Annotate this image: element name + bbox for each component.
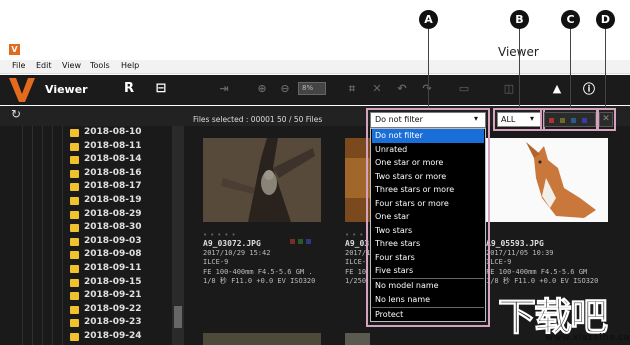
folder-label: 2018-08-19 [84, 195, 142, 205]
folder-tree-item[interactable]: 2018-08-30 [0, 221, 172, 235]
menu-file[interactable]: File [12, 61, 25, 70]
callout-a-line [428, 28, 429, 108]
folder-label: 2018-09-21 [84, 290, 142, 301]
zoom-level-field[interactable]: 8% [298, 82, 326, 95]
folder-icon [70, 156, 79, 165]
folder-tree-item[interactable]: 2018-08-29 [0, 208, 172, 222]
callout-c-line [570, 28, 571, 108]
callout-b-line [519, 28, 520, 108]
folder-tree-item[interactable]: 2018-09-24 [0, 330, 172, 344]
folder-tree-item[interactable]: 2018-08-17 [0, 180, 172, 194]
folder-tree-item[interactable]: 2018-09-03 [0, 235, 172, 249]
viewer-logo-icon [8, 77, 36, 103]
callout-c: C [561, 10, 580, 29]
folder-label: 2018-08-17 [84, 181, 142, 192]
folder-icon [70, 183, 79, 192]
folder-label: 2018-08-10 [84, 127, 142, 137]
folder-icon [70, 224, 79, 233]
fullscreen-icon[interactable]: ✕ [368, 80, 386, 98]
folder-tree-item[interactable]: 2018-08-10 [0, 126, 172, 140]
toolbar-title: Viewer [45, 83, 88, 96]
folder-label: 2018-08-11 [84, 140, 142, 151]
folder-icon [70, 169, 79, 178]
thumbnail-5[interactable] [345, 333, 370, 345]
callout-d-highlight [596, 108, 616, 131]
folder-tree-item[interactable]: 2018-08-11 [0, 140, 172, 154]
folder-icon [70, 333, 79, 341]
folder-label: 2018-09-23 [84, 317, 142, 328]
histogram-icon[interactable]: ▲ [548, 80, 566, 98]
folder-tree-item[interactable]: 2018-09-21 [0, 289, 172, 303]
thumbnail-3[interactable] [486, 138, 608, 222]
zoom-in-icon[interactable]: ⊕ [253, 80, 271, 98]
raw-icon[interactable]: R [120, 80, 138, 98]
export-icon[interactable]: ⊟ [152, 80, 170, 98]
folder-icon [70, 265, 79, 273]
menu-help[interactable]: Help [121, 61, 139, 70]
folder-label: 2018-08-30 [84, 222, 142, 233]
thumbnail-1-image [203, 138, 321, 222]
refresh-icon[interactable]: ↻ [11, 107, 21, 121]
folder-label: 2018-08-14 [84, 154, 142, 165]
folder-icon [70, 142, 79, 151]
callout-d-line [605, 28, 606, 108]
menu-view[interactable]: View [62, 61, 81, 70]
folder-label: 2018-09-11 [84, 263, 142, 273]
send-icon[interactable]: ⇥ [215, 80, 233, 98]
folder-icon [70, 292, 79, 301]
info-icon[interactable]: ⓘ [580, 80, 598, 98]
rotate-left-icon[interactable]: ↶ [393, 80, 411, 98]
folder-label: 2018-08-29 [84, 208, 142, 219]
folder-icon [70, 210, 79, 219]
folder-icon [70, 237, 79, 246]
folder-tree-item[interactable]: 2018-09-08 [0, 248, 172, 262]
app-logo-icon: V [9, 44, 20, 55]
menu-edit[interactable]: Edit [36, 61, 52, 70]
folder-icon [70, 305, 79, 314]
fit-icon[interactable]: ⌗ [343, 80, 361, 98]
callout-a-highlight [366, 108, 490, 327]
thumbnail-1-rating[interactable]: ••••• [203, 231, 239, 239]
callout-d: D [596, 10, 615, 29]
menu-tools[interactable]: Tools [90, 61, 110, 70]
folder-icon [70, 197, 79, 205]
thumbnail-3-image [486, 138, 608, 222]
folder-icon [70, 129, 79, 137]
folder-tree-item[interactable]: 2018-09-11 [0, 262, 172, 276]
folder-label: 2018-09-22 [84, 303, 142, 314]
folder-label: 2018-09-15 [84, 276, 142, 287]
folder-tree-item[interactable]: 2018-08-14 [0, 153, 172, 167]
compare-icon[interactable]: ◫ [500, 80, 518, 98]
folder-label: 2018-09-24 [84, 331, 142, 341]
thumbnail-2-rating[interactable]: ••• [345, 231, 366, 239]
folder-icon [70, 278, 79, 287]
folder-label: 2018-09-03 [84, 235, 142, 246]
watermark-url: www.xiazaiba.com [545, 333, 630, 343]
folder-tree-item[interactable]: 2018-08-19 [0, 194, 172, 208]
thumbnail-1[interactable] [203, 138, 321, 222]
folder-tree-item[interactable]: 2018-09-15 [0, 276, 172, 290]
folder-label: 2018-09-08 [84, 249, 142, 260]
folder-icon [70, 319, 79, 328]
folder-tree-item[interactable]: 2018-09-23 [0, 316, 172, 330]
thumbnail-4[interactable] [203, 333, 321, 345]
thumbnail-1-color-labels[interactable] [290, 229, 320, 244]
thumbnail-3-meta: A9_05593.JPG 2017/11/05 10:39 ILCE-9 FE … [486, 239, 599, 285]
files-selected-status: Files selected : 00001 50 / 50 Files [193, 115, 323, 124]
sidebar-scroll-thumb[interactable] [174, 306, 182, 328]
zoom-out-icon[interactable]: ⊖ [276, 80, 294, 98]
folder-tree-item[interactable]: 2018-09-22 [0, 303, 172, 317]
folder-label: 2018-08-16 [84, 167, 142, 178]
rotate-right-icon[interactable]: ↷ [418, 80, 436, 98]
callout-a: A [419, 10, 438, 29]
callout-c-highlight [540, 108, 599, 131]
layout-icon[interactable]: ▭ [455, 80, 473, 98]
folder-tree-item[interactable]: 2018-08-16 [0, 167, 172, 181]
folder-icon [70, 251, 79, 260]
callout-b: B [510, 10, 529, 29]
thumbnail-1-meta: A9_03072.JPG 2017/10/29 15:42 ILCE-9 FE … [203, 239, 316, 285]
callout-b-highlight [493, 108, 545, 131]
